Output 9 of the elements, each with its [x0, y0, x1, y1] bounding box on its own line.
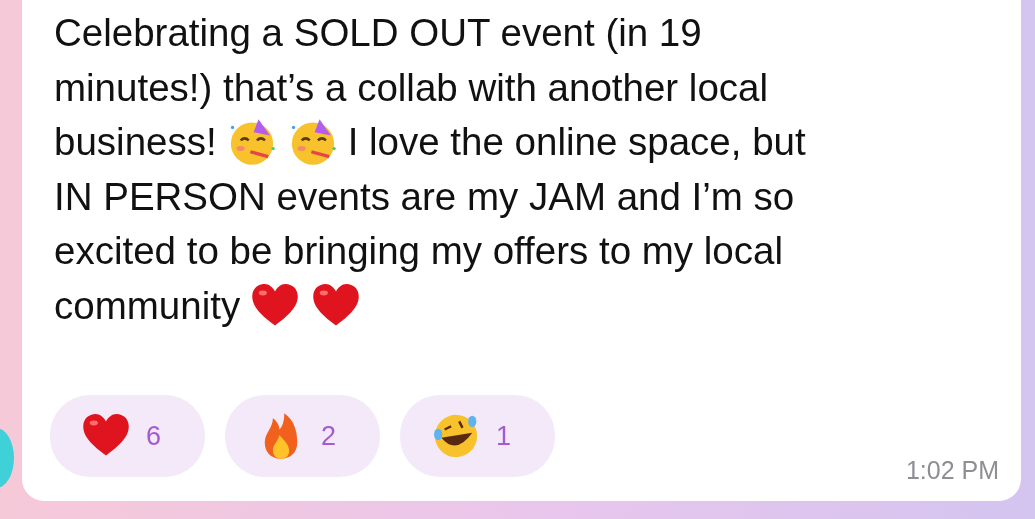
message-text: minutes!) that’s a collab with another local [54, 64, 769, 111]
message-text: Celebrating a SOLD OUT event (in 19 [54, 10, 702, 56]
message-text: excited to be bringing my offers to my local [54, 228, 783, 274]
message-text: I love the online space, but [347, 119, 806, 165]
message-text: business! [54, 119, 217, 165]
message-text: IN PERSON events are my JAM and I’m so [54, 173, 795, 220]
message-time: 1:02 PM [905, 455, 999, 486]
message-text: community [54, 282, 241, 329]
reaction-button[interactable]: 2 [225, 395, 380, 477]
